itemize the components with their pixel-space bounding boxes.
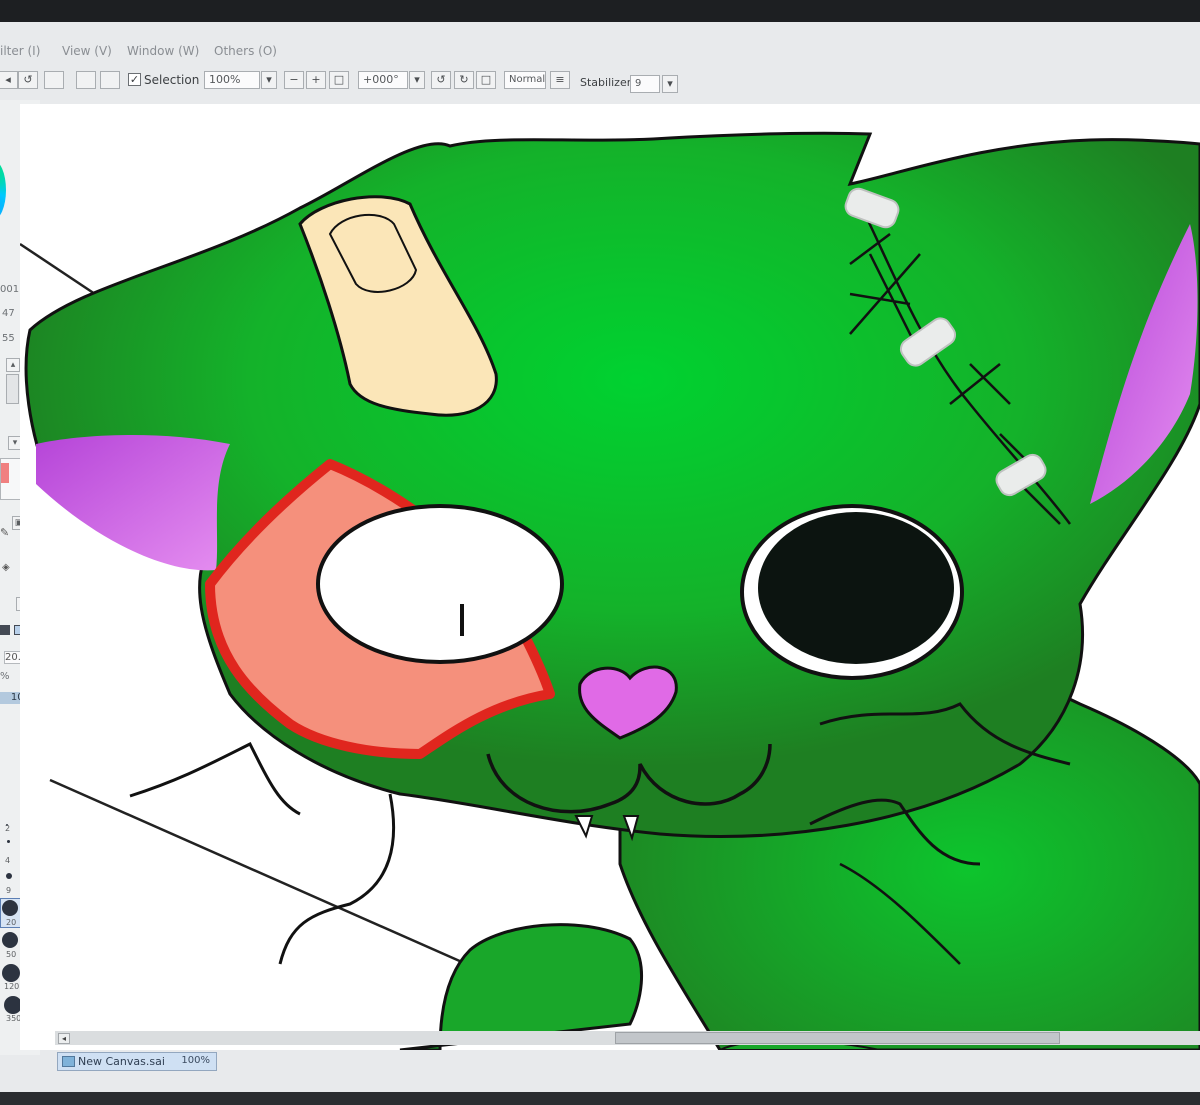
- whisker-crack: [278, 793, 396, 965]
- menu-filter[interactable]: ilter (I): [0, 44, 40, 58]
- document-icon: [62, 1056, 75, 1067]
- rotate-reset-button[interactable]: □: [476, 71, 496, 89]
- color-wheel[interactable]: [0, 160, 6, 220]
- rotation-field[interactable]: +000°: [358, 71, 408, 89]
- brush-size-9-dot[interactable]: [6, 873, 12, 879]
- color-value-h: 001: [0, 284, 20, 295]
- eraser-tool-icon[interactable]: ◈: [2, 562, 10, 573]
- color-value-v: 55: [2, 333, 15, 344]
- toolbar: ◂ ↺ ✓ Selection 100% ▾ − + □ +000° ▾ ↺ ↻…: [0, 68, 1200, 98]
- brush-size-350-label: 350: [6, 1014, 22, 1023]
- guide-line: [49, 778, 481, 972]
- whisker-left: [129, 741, 301, 816]
- brush-size-20-dot[interactable]: [2, 900, 18, 916]
- left-eye: [316, 504, 564, 664]
- flip-button[interactable]: ≡: [550, 71, 570, 89]
- brush-shape-icon[interactable]: [0, 625, 10, 635]
- zoom-out-button[interactable]: −: [284, 71, 304, 89]
- clear-button[interactable]: [100, 71, 120, 89]
- monitor-bezel-top: [0, 0, 1200, 22]
- horizontal-scrollbar-thumb[interactable]: [615, 1032, 1060, 1044]
- invert-selection-button[interactable]: [76, 71, 96, 89]
- brush-size-120-label: 120: [4, 982, 20, 991]
- rotation-dropdown-icon[interactable]: ▾: [409, 71, 425, 89]
- stabilizer-dropdown-icon[interactable]: ▾: [662, 75, 678, 93]
- brush-size-2-label: 2: [5, 824, 11, 833]
- pen-tool-icon[interactable]: ✎: [0, 526, 9, 539]
- panel-scrollbar[interactable]: [6, 374, 19, 404]
- brush-size-120-dot[interactable]: [2, 964, 20, 982]
- scroll-left-icon[interactable]: ◂: [58, 1033, 70, 1044]
- color-swatch[interactable]: [1, 463, 9, 483]
- brush-size-9-label: 9: [6, 886, 12, 895]
- monitor-bezel-bottom: [0, 1092, 1200, 1105]
- rotate-left-button[interactable]: ↺: [431, 71, 451, 89]
- menu-others[interactable]: Others (O): [214, 44, 277, 58]
- scroll-up-icon[interactable]: ▴: [6, 358, 20, 372]
- drawing-canvas[interactable]: [20, 104, 1200, 1050]
- brush-size-50-dot[interactable]: [2, 932, 18, 948]
- zoom-field[interactable]: 100%: [204, 71, 260, 89]
- paint-tool-sai-window: ilter (I) View (V) Window (W) Others (O)…: [0, 22, 1200, 1092]
- zombie-cat-artwork: [20, 131, 1200, 1050]
- document-name: New Canvas.sai: [78, 1055, 165, 1068]
- menu-bar: ilter (I) View (V) Window (W) Others (O): [0, 40, 1200, 66]
- percent-label: %: [0, 671, 10, 682]
- horizontal-scrollbar[interactable]: [55, 1031, 1200, 1045]
- left-ear-inner: [36, 434, 230, 571]
- brush-size-50-label: 50: [6, 950, 17, 959]
- brush-size-20-label: 20: [6, 918, 17, 927]
- brush-size-4-label: 4: [5, 856, 11, 865]
- stabilizer-field[interactable]: 9: [630, 75, 660, 93]
- menu-window[interactable]: Window (W): [127, 44, 199, 58]
- undo-button[interactable]: ◂: [0, 71, 18, 89]
- rotate-right-button[interactable]: ↻: [454, 71, 474, 89]
- color-value-s: 47: [2, 308, 15, 319]
- zoom-dropdown-icon[interactable]: ▾: [261, 71, 277, 89]
- document-tab[interactable]: New Canvas.sai 100%: [57, 1052, 217, 1071]
- blend-mode-field[interactable]: Normal: [504, 71, 546, 89]
- document-zoom: 100%: [181, 1055, 210, 1066]
- fang-left: [574, 815, 594, 839]
- menu-view[interactable]: View (V): [62, 44, 112, 58]
- selection-label: Selection: [144, 73, 200, 87]
- zoom-reset-button[interactable]: □: [329, 71, 349, 89]
- stabilizer-label: Stabilizer: [580, 76, 632, 89]
- selection-checkbox[interactable]: ✓: [128, 73, 141, 86]
- right-pupil: [758, 512, 954, 664]
- zoom-in-button[interactable]: +: [306, 71, 326, 89]
- deselect-button[interactable]: [44, 71, 64, 89]
- brush-size-4-dot[interactable]: [7, 840, 10, 843]
- redo-button[interactable]: ↺: [18, 71, 38, 89]
